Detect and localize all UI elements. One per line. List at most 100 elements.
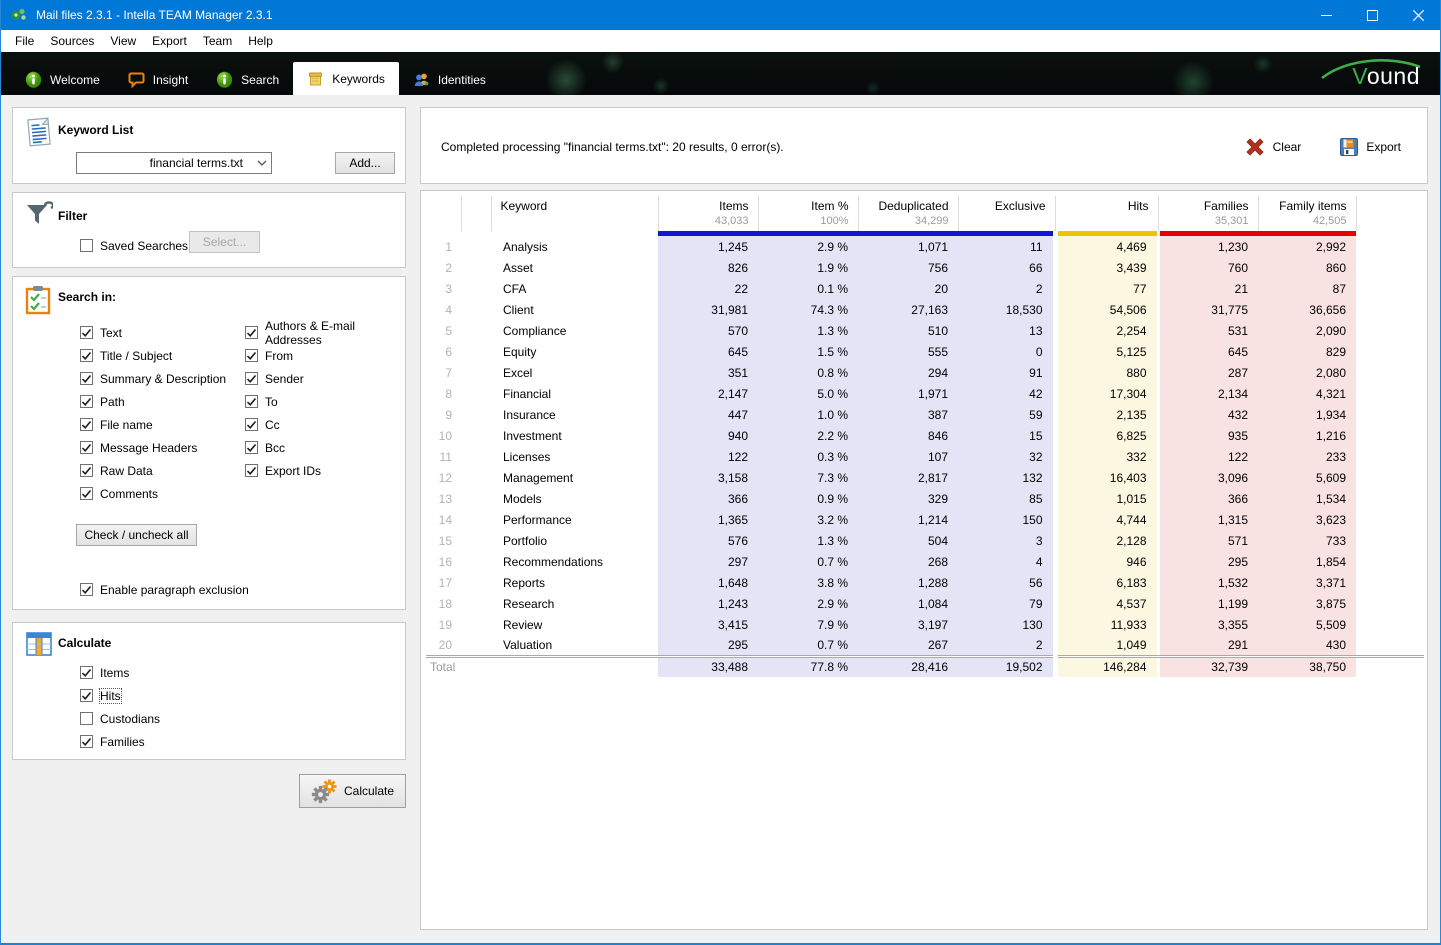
- add-keyword-list-button[interactable]: Add...: [335, 152, 395, 174]
- check-uncheck-all-button[interactable]: Check / uncheck all: [76, 524, 197, 546]
- value-cell: 56: [958, 572, 1055, 593]
- column-header-exclusive[interactable]: Exclusive: [958, 196, 1055, 231]
- checkbox-items[interactable]: [80, 666, 93, 679]
- table-row[interactable]: 3CFA220.1 %202772187: [426, 278, 1424, 299]
- column-header-deduplicated[interactable]: Deduplicated34,299: [858, 196, 958, 231]
- table-row[interactable]: 14Performance1,3653.2 %1,2141504,7441,31…: [426, 509, 1424, 530]
- checkbox-message-headers[interactable]: [80, 441, 93, 454]
- app-icon: [10, 6, 28, 24]
- checkbox-path[interactable]: [80, 395, 93, 408]
- value-cell: 0.7 %: [758, 551, 858, 572]
- checkbox-sender[interactable]: [245, 372, 258, 385]
- checkbox-title-subject[interactable]: [80, 349, 93, 362]
- row-spacer: [461, 593, 491, 614]
- menu-view[interactable]: View: [102, 30, 144, 52]
- table-row[interactable]: 1Analysis1,2452.9 %1,071114,4691,2302,99…: [426, 236, 1424, 257]
- checkbox-cc[interactable]: [245, 418, 258, 431]
- checkbox-file-name[interactable]: [80, 418, 93, 431]
- table-row[interactable]: 13Models3660.9 %329851,0153661,534: [426, 488, 1424, 509]
- checkbox-authors-e-mail-addresses[interactable]: [245, 326, 258, 339]
- value-cell: 17,304: [1055, 383, 1158, 404]
- tab-identities[interactable]: Identities: [399, 64, 500, 95]
- table-row[interactable]: 17Reports1,6483.8 %1,288566,1831,5323,37…: [426, 572, 1424, 593]
- column-header-keyword[interactable]: Keyword: [491, 196, 658, 231]
- select-saved-searches-button[interactable]: Select...: [189, 231, 260, 253]
- keyword-list-select[interactable]: financial terms.txt: [76, 152, 272, 174]
- checkbox-to[interactable]: [245, 395, 258, 408]
- menu-file[interactable]: File: [7, 30, 42, 52]
- value-cell: 87: [1258, 278, 1356, 299]
- close-button[interactable]: [1395, 0, 1441, 30]
- keyword-cell: Research: [491, 593, 658, 614]
- checkbox-saved-searches[interactable]: [80, 239, 93, 252]
- value-cell: 0: [958, 341, 1055, 362]
- menu-team[interactable]: Team: [195, 30, 240, 52]
- table-row[interactable]: 15Portfolio5761.3 %50432,128571733: [426, 530, 1424, 551]
- checkbox-custodians[interactable]: [80, 712, 93, 725]
- minimize-button[interactable]: [1303, 0, 1349, 30]
- table-row[interactable]: 12Management3,1587.3 %2,81713216,4033,09…: [426, 467, 1424, 488]
- table-row[interactable]: 4Client31,98174.3 %27,16318,53054,50631,…: [426, 299, 1424, 320]
- row-number: 14: [426, 509, 461, 530]
- calculate-button[interactable]: Calculate: [299, 774, 406, 808]
- value-cell: 1,243: [658, 593, 758, 614]
- tab-insight[interactable]: Insight: [114, 64, 202, 95]
- total-value-cell: 28,416: [858, 656, 958, 677]
- saved-searches-row: Saved Searches: [80, 234, 188, 257]
- table-row[interactable]: 5Compliance5701.3 %510132,2545312,090: [426, 320, 1424, 341]
- menu-help[interactable]: Help: [240, 30, 281, 52]
- keyword-cell: Portfolio: [491, 530, 658, 551]
- value-cell: 645: [658, 341, 758, 362]
- checkbox-summary-description[interactable]: [80, 372, 93, 385]
- checkbox-hits[interactable]: [80, 689, 93, 702]
- column-header-items[interactable]: Items43,033: [658, 196, 758, 231]
- table-row[interactable]: 8Financial2,1475.0 %1,9714217,3042,1344,…: [426, 383, 1424, 404]
- value-cell: 3,623: [1258, 509, 1356, 530]
- checkbox-enable-paragraph-exclusion[interactable]: [80, 583, 93, 596]
- export-button[interactable]: Export: [1339, 137, 1401, 157]
- column-header-item[interactable]: Item %100%: [758, 196, 858, 231]
- value-cell: 1,015: [1055, 488, 1158, 509]
- table-row[interactable]: 18Research1,2432.9 %1,084794,5371,1993,8…: [426, 593, 1424, 614]
- column-header-families[interactable]: Families35,301: [1158, 196, 1258, 231]
- keyword-list-title: Keyword List: [58, 123, 133, 137]
- table-row[interactable]: 11Licenses1220.3 %10732332122233: [426, 446, 1424, 467]
- column-header-family-items[interactable]: Family items42,505: [1258, 196, 1356, 231]
- value-cell: 3.8 %: [758, 572, 858, 593]
- table-row[interactable]: 7Excel3510.8 %294918802872,080: [426, 362, 1424, 383]
- value-cell: 122: [1158, 446, 1258, 467]
- keyword-cell: Financial: [491, 383, 658, 404]
- menu-export[interactable]: Export: [144, 30, 195, 52]
- checkbox-from[interactable]: [245, 349, 258, 362]
- maximize-button[interactable]: [1349, 0, 1395, 30]
- row-spacer: [461, 278, 491, 299]
- checkbox-export-ids[interactable]: [245, 464, 258, 477]
- checkbox-row: Authors & E-mail Addresses: [245, 321, 405, 344]
- tab-search[interactable]: Search: [202, 64, 293, 95]
- value-cell: 1,216: [1258, 425, 1356, 446]
- row-filler: [1356, 572, 1424, 593]
- value-cell: 1,971: [858, 383, 958, 404]
- table-row[interactable]: 9Insurance4471.0 %387592,1354321,934: [426, 404, 1424, 425]
- tab-keywords[interactable]: Keywords: [293, 62, 399, 95]
- checkbox-raw-data[interactable]: [80, 464, 93, 477]
- keyword-list-value: financial terms.txt: [77, 156, 253, 170]
- checkbox-text[interactable]: [80, 326, 93, 339]
- checkbox-bcc[interactable]: [245, 441, 258, 454]
- table-row[interactable]: 6Equity6451.5 %55505,125645829: [426, 341, 1424, 362]
- menu-sources[interactable]: Sources: [42, 30, 102, 52]
- value-cell: 66: [958, 257, 1055, 278]
- checkbox-families[interactable]: [80, 735, 93, 748]
- table-row[interactable]: 19Review3,4157.9 %3,19713011,9333,3555,5…: [426, 614, 1424, 635]
- clear-button[interactable]: Clear: [1244, 136, 1302, 158]
- keyword-cell: CFA: [491, 278, 658, 299]
- tab-welcome[interactable]: Welcome: [11, 64, 114, 95]
- table-row[interactable]: 16Recommendations2970.7 %26849462951,854: [426, 551, 1424, 572]
- table-row[interactable]: 20Valuation2950.7 %26721,049291430: [426, 635, 1424, 656]
- table-row[interactable]: 2Asset8261.9 %756663,439760860: [426, 257, 1424, 278]
- keyword-cell: Management: [491, 467, 658, 488]
- row-number: 4: [426, 299, 461, 320]
- column-header-hits[interactable]: Hits: [1055, 196, 1158, 231]
- checkbox-comments[interactable]: [80, 487, 93, 500]
- table-row[interactable]: 10Investment9402.2 %846156,8259351,216: [426, 425, 1424, 446]
